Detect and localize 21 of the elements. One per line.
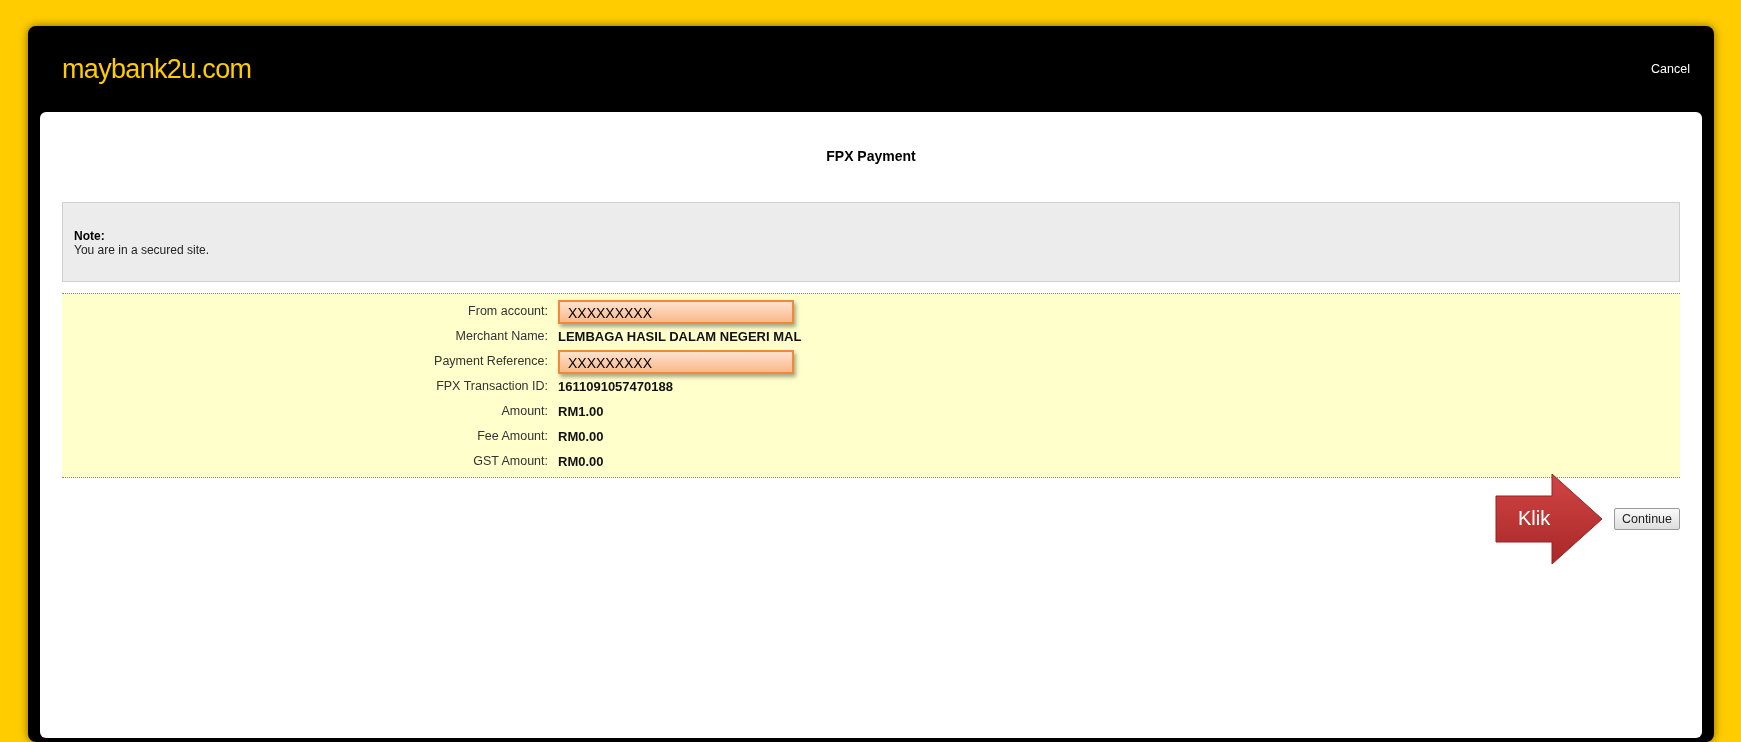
detail-label: Fee Amount: — [476, 428, 549, 446]
detail-value: RM1.00 — [558, 402, 604, 421]
page-title: FPX Payment — [825, 147, 917, 166]
detail-value: 1611091057470188 — [558, 377, 673, 396]
continue-button[interactable]: Continue — [1613, 508, 1680, 530]
highlighted-value: XXXXXXXXX — [558, 349, 794, 374]
highlighted-value: XXXXXXXXX — [558, 299, 794, 324]
cancel-link[interactable]: Cancel — [1651, 59, 1690, 79]
detail-value: RM0.00 — [558, 452, 604, 471]
note-text: You are in a secured site. — [74, 243, 210, 257]
detail-label: GST Amount: — [472, 453, 549, 471]
detail-label: Amount: — [500, 403, 549, 421]
logo[interactable]: maybank2u.com — [62, 48, 252, 90]
detail-label: Payment Reference: — [433, 353, 549, 371]
note-heading: Note: — [74, 229, 106, 243]
detail-value: RM0.00 — [558, 427, 604, 446]
detail-value: LEMBAGA HASIL DALAM NEGERI MAL — [558, 327, 802, 346]
detail-label: From account: — [467, 303, 549, 321]
callout-label: Klik — [1517, 506, 1551, 530]
detail-label: Merchant Name: — [454, 328, 549, 346]
detail-label: FPX Transaction ID: — [435, 378, 549, 396]
